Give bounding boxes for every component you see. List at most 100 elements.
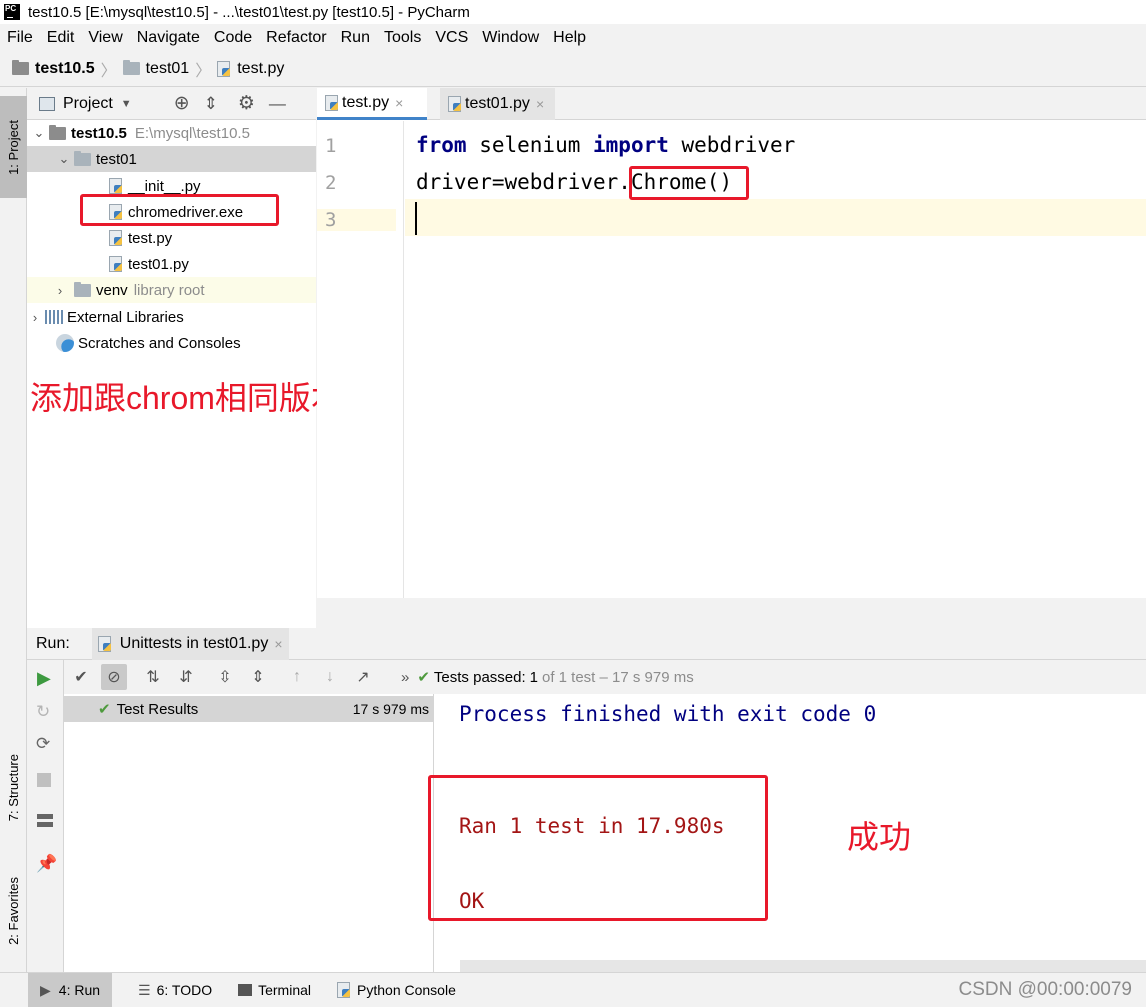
collapse-all-icon[interactable]: ⇕ (204, 94, 218, 114)
python-file-icon (109, 256, 123, 272)
close-icon[interactable]: × (395, 95, 403, 111)
editor-tabs: test.py × test01.py × (317, 88, 1146, 120)
run-panel-header: Run: Unittests in test01.py × (27, 627, 1146, 660)
folder-icon (49, 124, 66, 140)
menu-view[interactable]: View (88, 29, 122, 47)
folder-icon (74, 281, 91, 297)
project-panel: Project ▼ ⊕ ⇕ ⚙ — ⌄ test10.5 E:\mysql\te… (27, 88, 439, 628)
venv-name: venv (96, 281, 128, 299)
chevron-down-icon[interactable]: ⌄ (33, 125, 45, 141)
line-number: 1 (325, 135, 337, 157)
close-icon[interactable]: × (274, 636, 282, 652)
menu-navigate[interactable]: Navigate (137, 29, 200, 47)
keyword-import: import (593, 133, 669, 157)
todo-tool-label: 6: TODO (156, 982, 213, 998)
tab-python-console-tool[interactable]: Python Console (337, 982, 456, 998)
next-failed-icon[interactable]: ↓ (317, 664, 343, 690)
text-caret (415, 202, 417, 235)
tree-item-test-py[interactable]: test.py (27, 225, 316, 251)
venv-hint: library root (133, 281, 205, 299)
tree-item-venv[interactable]: › venv library root (27, 277, 316, 303)
line-number-gutter: 1 2 3 (317, 121, 404, 598)
console-output[interactable]: Process finished with exit code 0 Ran 1 … (428, 694, 1146, 972)
run-panel: Run: Unittests in test01.py × ▶ ↻ ⟳ 📌 ✔ … (27, 627, 1146, 972)
stop-icon[interactable] (37, 773, 51, 787)
menu-run[interactable]: Run (341, 29, 370, 47)
tab-terminal-tool[interactable]: Terminal (238, 982, 311, 998)
show-passed-icon[interactable]: ✔ (68, 664, 94, 690)
tree-item-root[interactable]: ⌄ test10.5 E:\mysql\test10.5 (27, 120, 316, 146)
menu-help[interactable]: Help (553, 29, 586, 47)
menu-bar: File Edit View Navigate Code Refactor Ru… (0, 24, 1146, 51)
horizontal-scrollbar[interactable] (460, 960, 1146, 972)
annotation-box-success (428, 775, 768, 921)
pin-icon[interactable]: 📌 (36, 854, 57, 874)
tab-favorites-tool[interactable]: 2: Favorites (0, 858, 27, 963)
run-label: Run: (36, 634, 70, 652)
tab-project-tool[interactable]: 1: Project (0, 96, 27, 198)
tree-item-test01[interactable]: ⌄ test01 (27, 146, 316, 172)
menu-refactor[interactable]: Refactor (266, 29, 326, 47)
folder-icon (74, 150, 91, 166)
tab-unittests[interactable]: Unittests in test01.py × (91, 627, 289, 660)
sort-alpha-icon[interactable]: ⇅ (140, 664, 166, 690)
layout-icon[interactable] (37, 814, 53, 827)
menu-tools[interactable]: Tools (384, 29, 421, 47)
library-icon (45, 310, 63, 324)
tree-item-external-libraries[interactable]: › External Libraries (27, 304, 316, 330)
python-file-icon (109, 178, 123, 194)
export-icon[interactable]: ↗ (350, 664, 376, 690)
sort-duration-icon[interactable]: ⇵ (173, 664, 199, 690)
tests-passed-count: 1 (529, 668, 538, 686)
run-tab-label: Unittests in test01.py (119, 634, 269, 652)
python-console-icon (337, 982, 351, 998)
bottom-tool-bar: ▶ 4: Run ☰ 6: TODO Terminal Python Conso… (0, 972, 1146, 1007)
locate-icon[interactable]: ⊕ (174, 92, 190, 115)
show-ignored-icon[interactable]: ⊘ (101, 664, 127, 690)
code-line-1[interactable]: from selenium import webdriver (416, 133, 795, 157)
code-prefix: driver=webdriver. (416, 170, 631, 194)
chevron-down-icon[interactable]: ▼ (121, 98, 132, 110)
folder-icon (122, 60, 140, 75)
close-icon[interactable]: × (536, 96, 544, 112)
more-icon[interactable]: » (401, 669, 409, 686)
gear-icon[interactable]: ⚙ (238, 92, 255, 115)
caret-line-highlight (405, 199, 1146, 236)
todo-icon: ☰ (138, 981, 151, 998)
collapse-all-icon[interactable]: ⇕ (245, 664, 271, 690)
breadcrumb-project[interactable]: test10.5 (35, 60, 95, 78)
chevron-right-icon[interactable]: › (54, 283, 66, 298)
play-icon: ▶ (40, 981, 51, 998)
project-view-selector[interactable]: Project (63, 95, 113, 113)
expand-all-icon[interactable]: ⇳ (212, 664, 238, 690)
menu-file[interactable]: File (7, 29, 33, 47)
external-label: External Libraries (67, 308, 184, 326)
chevron-right-icon[interactable]: › (29, 310, 41, 325)
file-name: __init__.py (128, 177, 201, 195)
menu-window[interactable]: Window (482, 29, 539, 47)
toggle-auto-test-icon[interactable]: ⟳ (36, 734, 50, 754)
test-results-row[interactable]: ✔ Test Results 17 s 979 ms (64, 696, 433, 722)
console-finished-line: Process finished with exit code 0 (459, 702, 877, 726)
tree-item-scratches[interactable]: Scratches and Consoles (27, 330, 316, 356)
chevron-down-icon[interactable]: ⌄ (58, 151, 70, 167)
breadcrumb-file[interactable]: test.py (237, 60, 284, 78)
play-icon[interactable]: ▶ (37, 668, 51, 689)
tab-test-py[interactable]: test.py × (317, 88, 427, 120)
tab-test01-py[interactable]: test01.py × (440, 88, 555, 120)
menu-vcs[interactable]: VCS (435, 29, 468, 47)
breadcrumb-folder[interactable]: test01 (146, 60, 190, 78)
previous-failed-icon[interactable]: ↑ (284, 664, 310, 690)
tree-item-test01-py[interactable]: test01.py (27, 251, 316, 277)
terminal-icon (238, 984, 253, 996)
menu-code[interactable]: Code (214, 29, 252, 47)
import-name: webdriver (668, 133, 796, 157)
python-file-icon (109, 230, 123, 246)
rerun-failed-icon[interactable]: ↻ (36, 702, 50, 722)
tab-todo-tool[interactable]: ☰ 6: TODO (138, 982, 212, 999)
tab-run-tool[interactable]: ▶ 4: Run (28, 973, 113, 1007)
hide-panel-icon[interactable]: — (269, 94, 286, 114)
test-results-label: Test Results (116, 700, 199, 718)
tab-structure-tool[interactable]: 7: Structure (0, 733, 27, 843)
menu-edit[interactable]: Edit (47, 29, 75, 47)
